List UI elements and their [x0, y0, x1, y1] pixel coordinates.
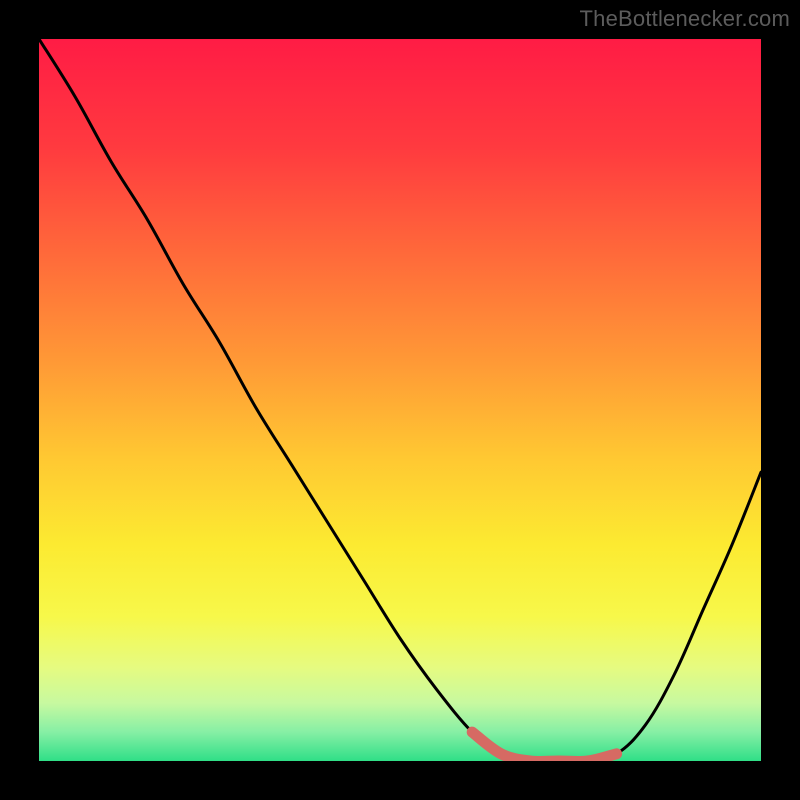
- chart-background: [39, 39, 761, 761]
- plot-area: [39, 39, 761, 761]
- watermark-text: TheBottleneсker.com: [580, 6, 790, 32]
- chart-container: TheBottleneсker.com: [0, 0, 800, 800]
- chart-svg: [39, 39, 761, 761]
